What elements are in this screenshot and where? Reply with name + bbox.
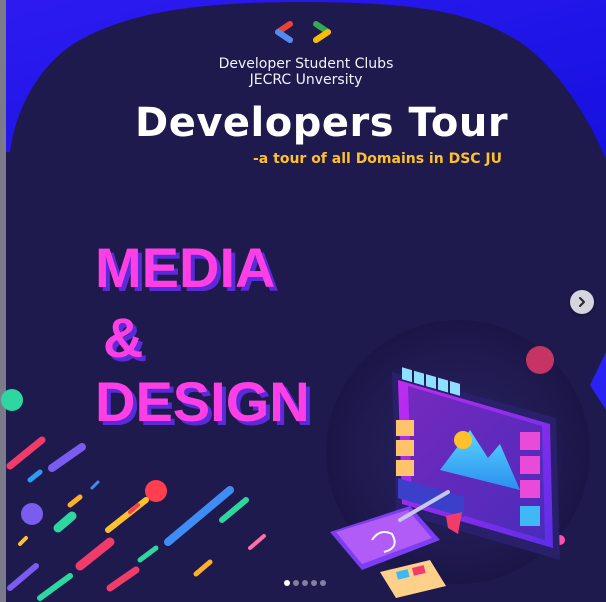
right-edge-shape: [590, 352, 606, 410]
post-title: Developers Tour: [135, 100, 509, 146]
carousel-next-button[interactable]: [570, 290, 594, 314]
carousel-dot: [284, 580, 290, 586]
chevron-right-icon: [579, 297, 585, 307]
background-art: [0, 0, 606, 602]
carousel-dot: [302, 580, 308, 586]
left-edge: [0, 0, 6, 602]
instagram-post-image: Developer Student Clubs JECRC Unversity …: [0, 0, 606, 602]
headline-line-ampersand: &: [103, 306, 144, 369]
post-subtitle: -a tour of all Domains in DSC JU: [253, 151, 503, 167]
headline-line-media: MEDIA: [95, 236, 276, 299]
carousel-dot: [320, 580, 326, 586]
university-name: JECRC Unversity: [249, 72, 363, 88]
headline-line-design: DESIGN: [95, 370, 310, 433]
carousel-dot: [311, 580, 317, 586]
carousel-dots: [284, 580, 326, 586]
carousel-dot: [293, 580, 299, 586]
dsc-logo-icon: [275, 21, 331, 43]
club-name: Developer Student Clubs: [218, 56, 394, 72]
